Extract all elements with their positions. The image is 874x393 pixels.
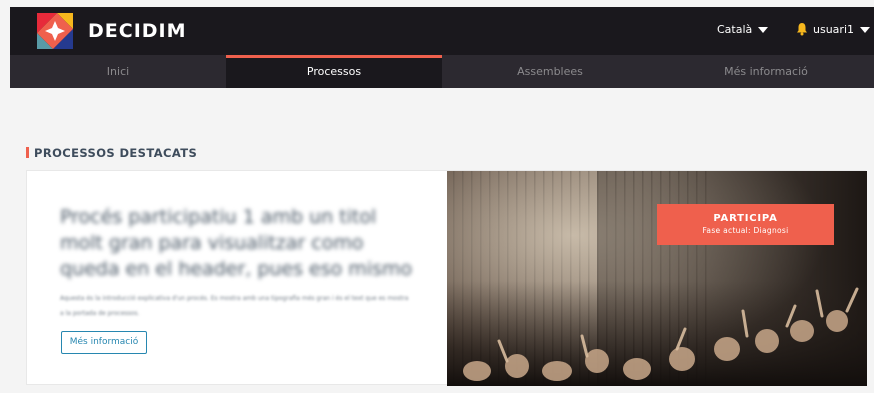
notification-bell-icon[interactable] [796,22,808,36]
participate-button[interactable]: PARTICIPA Fase actual: Diagnosi [657,204,834,245]
nav-item-processos[interactable]: Processos [226,55,442,88]
user-menu[interactable]: usuari1 [813,23,870,36]
nav-item-mes-informacio[interactable]: Més informació [658,55,874,88]
top-bar: DECIDIM Català usuari1 [10,7,874,55]
more-info-button[interactable]: Més informació [61,331,147,354]
card-text-panel: Procés participatiu 1 amb un titol molt … [27,171,447,386]
decidim-logo-icon[interactable] [37,13,73,49]
section-title: PROCESSOS DESTACATS [34,146,198,160]
participate-label: PARTICIPA [713,213,778,224]
chevron-down-icon [758,27,769,33]
section-heading: PROCESSOS DESTACATS [26,146,197,160]
brand-name[interactable]: DECIDIM [88,20,187,42]
process-description: Aquesta és la introducció explicativa d'… [60,295,409,317]
current-phase-label: Fase actual: Diagnosi [702,226,789,235]
nav-item-inici[interactable]: Inici [10,55,226,88]
language-selector[interactable]: Català [717,23,769,36]
section-accent-bar [26,147,29,158]
username-label: usuari1 [813,23,854,36]
process-title[interactable]: Procés participatiu 1 amb un titol molt … [60,204,420,282]
nav-item-assemblees[interactable]: Assemblees [442,55,658,88]
main-navigation: Inici Processos Assemblees Més informaci… [10,55,874,88]
language-label: Català [717,23,753,36]
highlighted-process-card: Procés participatiu 1 amb un titol molt … [26,170,867,386]
process-hero-image: PARTICIPA Fase actual: Diagnosi [447,171,867,386]
chevron-down-icon [860,27,870,33]
